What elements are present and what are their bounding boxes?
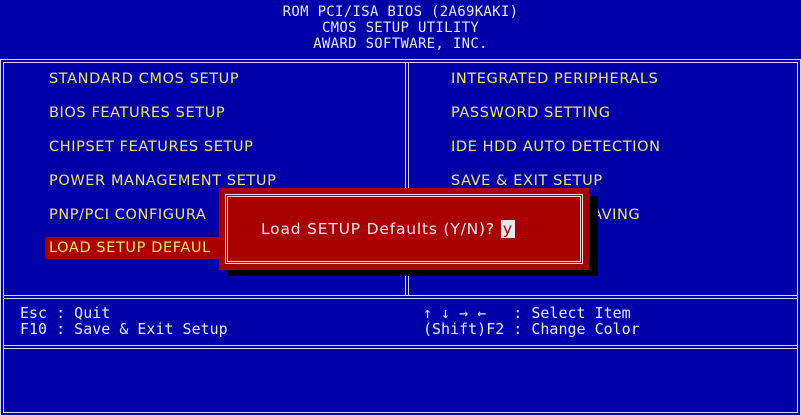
dialog-prompt-line: Load SETUP Defaults (Y/N)? y	[261, 220, 515, 238]
load-defaults-dialog[interactable]: Load SETUP Defaults (Y/N)? y	[219, 188, 589, 270]
help-change-color: (Shift)F2 : Change Color	[423, 320, 640, 338]
dialog-prompt: Load SETUP Defaults (Y/N)?	[261, 220, 495, 238]
dialog-answer-input[interactable]: y	[500, 220, 515, 238]
utility-title: CMOS SETUP UTILITY	[321, 20, 480, 36]
menu-item-chipset-features[interactable]: CHIPSET FEATURES SETUP	[45, 136, 257, 158]
vendor-title: AWARD SOFTWARE, INC.	[313, 36, 488, 52]
menu-item-password-setting[interactable]: PASSWORD SETTING	[447, 102, 615, 124]
menu-item-integrated-peripherals[interactable]: INTEGRATED PERIPHERALS	[447, 68, 662, 90]
help-esc-quit: Esc : Quit	[20, 304, 111, 322]
status-divider-inner	[3, 348, 798, 349]
status-divider	[3, 345, 798, 346]
bios-setup-screen: ROM PCI/ISA BIOS (2A69KAKI) CMOS SETUP U…	[0, 0, 801, 416]
menu-item-ide-hdd-detection[interactable]: IDE HDD AUTO DETECTION	[447, 136, 665, 158]
menu-item-load-setup-defaults[interactable]: LOAD SETUP DEFAUL	[45, 237, 233, 259]
menu-item-pnp-pci[interactable]: PNP/PCI CONFIGURA	[45, 204, 210, 226]
bios-title: ROM PCI/ISA BIOS (2A69KAKI)	[282, 4, 519, 20]
menu-item-bios-features[interactable]: BIOS FEATURES SETUP	[45, 102, 229, 124]
help-select-item: ↑ ↓ → ← : Select Item	[423, 304, 631, 322]
menu-item-standard-cmos[interactable]: STANDARD CMOS SETUP	[45, 68, 243, 90]
help-divider-top-inner	[3, 298, 798, 299]
help-divider-top	[3, 295, 798, 296]
help-f10-save-exit: F10 : Save & Exit Setup	[20, 320, 228, 338]
